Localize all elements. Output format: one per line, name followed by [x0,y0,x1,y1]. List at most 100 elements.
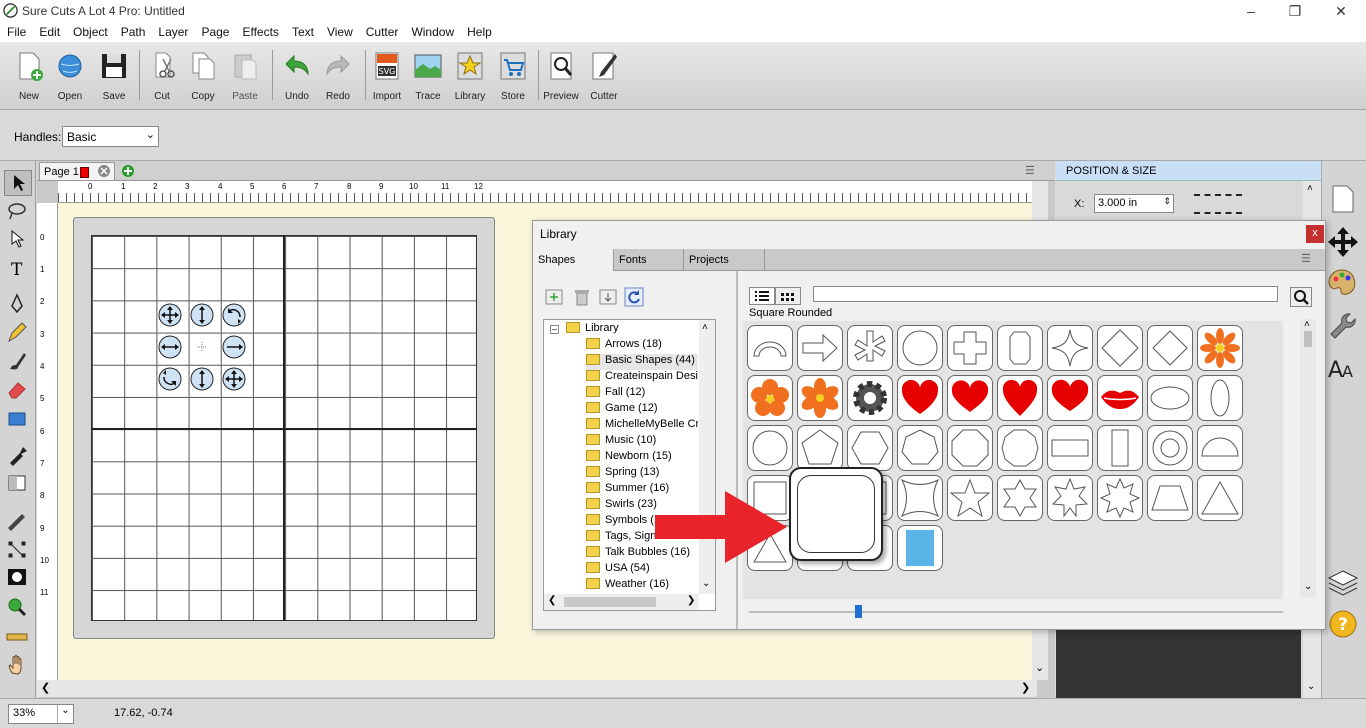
scroll-thumb[interactable] [564,597,656,607]
horizontal-scrollbar[interactable]: ❮ ❯ [37,680,1037,697]
panel-menu-icon[interactable]: ☰ [1025,164,1035,177]
panel-menu-icon[interactable]: ☰ [1301,252,1311,265]
import-button[interactable]: SVG Import [367,50,407,106]
cutter-button[interactable]: Cutter [584,50,624,106]
close-tab-icon[interactable] [97,164,111,178]
scroll-up-icon[interactable]: ˄ [1304,319,1310,330]
delete-trash-icon[interactable] [571,287,593,307]
rotate-handle-icon[interactable] [222,303,246,327]
handles-select[interactable]: Basic ⌄ [62,126,159,147]
help-question-icon[interactable]: ? [1328,609,1358,639]
scroll-down-icon[interactable]: ⌄ [1035,661,1044,674]
shape-gear[interactable] [847,375,893,421]
shape-diamond[interactable] [1097,325,1143,371]
shape-star-six[interactable] [997,475,1043,521]
tree-horizontal-scrollbar[interactable]: ❮ ❯ [544,594,699,610]
shape-heart[interactable] [997,375,1043,421]
menu-layer[interactable]: Layer [151,22,194,39]
menu-object[interactable]: Object [66,22,114,39]
menu-effects[interactable]: Effects [235,22,284,39]
resize-horizontal-handle-icon[interactable] [158,335,182,359]
shape-rectangle-vertical[interactable] [1097,425,1143,471]
scroll-up-icon[interactable]: ˄ [702,322,708,333]
shape-circle[interactable] [897,325,943,371]
rotate-handle-icon[interactable] [158,367,182,391]
rectangle-tool-button[interactable] [4,407,32,433]
shape-cross[interactable] [947,325,993,371]
shape-heptagon[interactable] [897,425,943,471]
preview-button[interactable]: Preview [541,50,581,106]
knife-tool-button[interactable] [4,508,32,534]
scroll-up-icon[interactable]: ˄ [1307,183,1313,194]
thumbnail-size-slider-thumb[interactable] [855,605,862,618]
scroll-right-icon[interactable]: ❯ [687,595,695,606]
tree-folder[interactable]: Createinspain Desi [586,370,698,386]
menu-page[interactable]: Page [194,22,235,39]
tree-collapse-icon[interactable]: – [550,325,559,334]
shape-lips[interactable] [1097,375,1143,421]
panel-splitter[interactable] [736,271,738,629]
scroll-right-icon[interactable]: ❯ [1021,681,1030,694]
save-button[interactable]: Save [94,50,134,106]
menu-path[interactable]: Path [114,22,152,39]
weld-tool-button[interactable] [4,565,32,591]
tree-folder[interactable]: Fall (12) [586,386,698,402]
move-handle-icon[interactable] [158,303,182,327]
shape-star-eight[interactable] [1097,475,1143,521]
shape-octagon[interactable] [947,425,993,471]
eraser-tool-button[interactable] [4,377,32,403]
library-button[interactable]: Library [450,50,490,106]
shape-four-point-star[interactable] [1047,325,1093,371]
shape-diamond-rounded[interactable] [1147,325,1193,371]
tree-folder[interactable]: Music (10) [586,434,698,450]
library-close-button[interactable]: x [1306,225,1324,243]
scroll-left-icon[interactable]: ❮ [548,595,556,606]
fill-tool-button[interactable] [4,471,32,497]
menu-view[interactable]: View [320,22,359,39]
grid-view-button[interactable] [775,287,801,305]
tree-folder[interactable]: Weather (16) [586,578,698,594]
list-view-button[interactable] [749,287,775,305]
pan-tool-button[interactable] [4,653,32,679]
shape-trapezoid[interactable] [1147,475,1193,521]
menu-window[interactable]: Window [404,22,460,39]
scroll-down-icon[interactable]: ⌄ [1307,681,1315,692]
shape-heart[interactable] [947,375,993,421]
spin-stepper-icon[interactable]: ⇕ [1163,196,1171,207]
gallery-vertical-scrollbar[interactable]: ˄ ⌄ [1300,319,1316,597]
scroll-down-icon[interactable]: ⌄ [1304,581,1312,592]
tree-folder[interactable]: Spring (13) [586,466,698,482]
tree-root-library[interactable]: Library [566,322,678,338]
shape-ring[interactable] [1147,425,1193,471]
brush-tool-button[interactable] [4,349,32,375]
x-position-input[interactable]: 3.000 in ⇕ [1094,194,1174,213]
shape-hexagon[interactable] [847,425,893,471]
lasso-tool-button[interactable] [4,199,32,225]
menu-cutter[interactable]: Cutter [359,22,405,39]
shape-decagon[interactable] [997,425,1043,471]
resize-vertical-handle-icon[interactable] [190,367,214,391]
shape-circle-small[interactable] [747,425,793,471]
menu-text[interactable]: Text [285,22,320,39]
eyedropper-tool-button[interactable] [4,443,32,469]
shape-arch[interactable] [747,325,793,371]
zoom-tool-button[interactable] [4,595,32,621]
pen-tool-button[interactable] [4,292,32,318]
shape-hover-preview[interactable] [789,467,883,561]
tree-folder[interactable]: Newborn (15) [586,450,698,466]
tab-projects[interactable]: Projects [683,249,765,271]
document-icon[interactable] [1328,183,1358,215]
shape-flower-five-petal[interactable] [747,375,793,421]
tab-fonts[interactable]: Fonts [613,249,683,271]
zoom-select[interactable]: 33% ⌄ [8,704,74,724]
library-search-input[interactable] [813,286,1278,302]
import-file-icon[interactable] [597,287,619,307]
wrench-icon[interactable] [1328,311,1358,341]
add-folder-icon[interactable] [543,287,565,307]
font-size-icon[interactable]: AA [1326,353,1360,383]
menu-file[interactable]: File [0,22,32,39]
cut-button[interactable]: Cut [142,50,182,106]
shape-heart[interactable] [897,375,943,421]
shape-arrow[interactable] [797,325,843,371]
scroll-thumb[interactable] [1304,331,1312,347]
